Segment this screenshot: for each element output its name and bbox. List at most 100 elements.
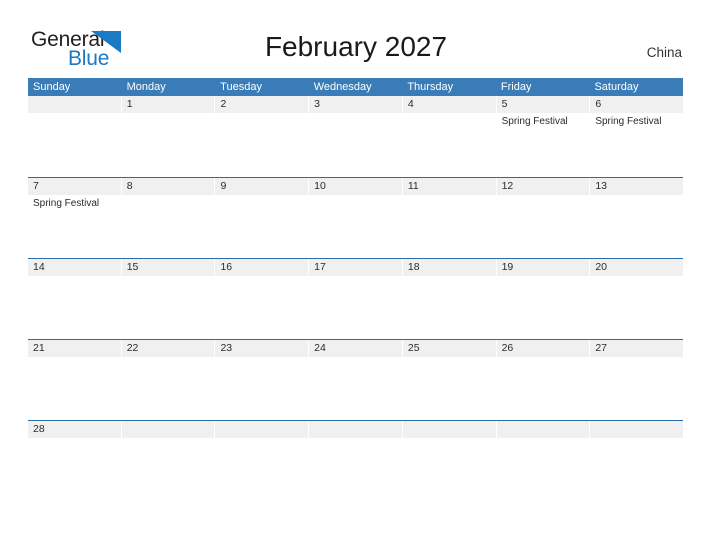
calendar-day-cell[interactable]: 11	[402, 178, 497, 258]
calendar-week-row: 14 15 16 17 18 19 20	[28, 258, 684, 339]
calendar-day-cell[interactable]: 5 Spring Festival	[496, 96, 591, 177]
region-label: China	[646, 45, 682, 60]
day-number: 6	[595, 98, 602, 110]
weekday-header-tuesday: Tuesday	[220, 81, 262, 93]
calendar-week-row: 7 Spring Festival 8 9 10 11 12 13	[28, 177, 684, 258]
day-number-band	[215, 421, 309, 438]
weekday-header-row: Sunday Monday Tuesday Wednesday Thursday…	[28, 78, 683, 96]
day-number: 25	[407, 342, 420, 354]
day-number: 13	[595, 180, 607, 192]
day-number: 9	[220, 180, 227, 192]
calendar-day-cell[interactable]: 27	[590, 340, 684, 420]
day-number-band	[590, 96, 684, 113]
day-number: 11	[407, 180, 419, 192]
calendar-day-cell-empty	[496, 421, 591, 447]
calendar-day-cell[interactable]: 12	[496, 178, 591, 258]
day-number: 10	[314, 180, 326, 192]
day-number: 12	[501, 180, 514, 192]
calendar-day-cell[interactable]: 26	[496, 340, 591, 420]
day-number: 23	[220, 342, 233, 354]
calendar-day-cell-empty	[121, 421, 216, 447]
calendar-day-cell[interactable]: 18	[402, 259, 497, 339]
day-number: 19	[501, 261, 514, 273]
calendar-day-cell[interactable]: 19	[496, 259, 591, 339]
day-events: Spring Festival	[502, 115, 587, 128]
calendar-day-cell[interactable]: 16	[215, 259, 310, 339]
day-number: 2	[220, 98, 227, 110]
calendar-day-cell[interactable]: 13	[590, 178, 684, 258]
day-number-band	[215, 96, 309, 113]
page-title: February 2027	[264, 31, 448, 62]
calendar-day-cell[interactable]: 15	[121, 259, 216, 339]
weekday-header-wednesday: Wednesday	[313, 81, 372, 93]
calendar-day-cell[interactable]: 3	[309, 96, 403, 177]
day-number-band	[121, 178, 215, 195]
weekday-header-friday: Friday	[500, 81, 532, 93]
weekday-header-monday: Monday	[126, 81, 166, 93]
weekday-header-thursday: Thursday	[407, 81, 454, 93]
calendar-day-cell[interactable]: 4	[402, 96, 497, 177]
calendar-day-cell[interactable]: 8	[121, 178, 216, 258]
calendar-day-cell[interactable]: 1	[121, 96, 216, 177]
day-events: Spring Festival	[33, 197, 118, 210]
day-number-band	[215, 178, 309, 195]
day-number-band	[309, 96, 402, 113]
day-number: 24	[314, 342, 326, 354]
day-number-band	[496, 421, 590, 438]
calendar-day-cell-empty	[590, 421, 684, 447]
day-number: 4	[407, 98, 414, 110]
calendar-day-cell[interactable]: 10	[309, 178, 403, 258]
day-number-band	[121, 421, 215, 438]
day-number-band	[402, 421, 496, 438]
day-number-band	[496, 96, 590, 113]
day-number-band	[28, 96, 121, 113]
day-number: 28	[33, 423, 45, 435]
day-number-band	[28, 178, 121, 195]
day-number: 22	[126, 342, 139, 354]
calendar-day-cell[interactable]: 25	[402, 340, 497, 420]
day-number: 3	[314, 98, 320, 110]
day-number-band	[590, 421, 684, 438]
calendar-day-cell[interactable]: 21	[28, 340, 122, 420]
day-number: 5	[501, 98, 508, 110]
calendar-day-cell-empty	[28, 96, 122, 177]
day-number: 20	[595, 261, 607, 273]
calendar-day-cell[interactable]: 17	[309, 259, 403, 339]
calendar-grid: Sunday Monday Tuesday Wednesday Thursday…	[28, 78, 684, 447]
day-number: 1	[126, 98, 133, 110]
calendar-day-cell[interactable]: 24	[309, 340, 403, 420]
day-number: 8	[126, 180, 133, 192]
day-number: 26	[501, 342, 514, 354]
calendar-day-cell[interactable]: 23	[215, 340, 310, 420]
calendar-day-cell[interactable]: 20	[590, 259, 684, 339]
calendar-weeks: 1 2 3 4 5 Spring Festival 6 Spring Festival 7 Spr…	[28, 96, 684, 447]
calendar-day-cell[interactable]: 14	[28, 259, 122, 339]
calendar-day-cell-empty	[402, 421, 497, 447]
event-label: Spring Festival	[595, 116, 662, 127]
event-label: Spring Festival	[501, 116, 568, 127]
calendar-day-cell[interactable]: 2	[215, 96, 310, 177]
day-number: 21	[33, 342, 45, 354]
event-label: Spring Festival	[33, 198, 100, 209]
day-number-band	[309, 421, 402, 438]
calendar-day-cell[interactable]: 7 Spring Festival	[28, 178, 122, 258]
calendar-day-cell-empty	[215, 421, 310, 447]
calendar-day-cell[interactable]: 28	[28, 421, 122, 447]
calendar-page: General Blue February 2027 China Sunday …	[0, 0, 712, 550]
day-number: 18	[407, 261, 420, 273]
day-number-band	[402, 96, 496, 113]
calendar-week-row: 28	[28, 420, 684, 447]
day-events: Spring Festival	[595, 115, 680, 128]
page-header: General Blue February 2027 China	[0, 0, 712, 78]
day-number: 14	[33, 261, 45, 273]
calendar-day-cell-empty	[309, 421, 403, 447]
day-number: 16	[220, 261, 233, 273]
calendar-week-row: 21 22 23 24 25 26 27	[28, 339, 684, 420]
calendar-day-cell[interactable]: 9	[215, 178, 310, 258]
day-number: 15	[126, 261, 139, 273]
day-number: 17	[314, 261, 326, 273]
calendar-day-cell[interactable]: 6 Spring Festival	[590, 96, 684, 177]
calendar-week-row: 1 2 3 4 5 Spring Festival 6 Spring Festival	[28, 96, 684, 177]
calendar-day-cell[interactable]: 22	[121, 340, 216, 420]
weekday-header-saturday: Saturday	[594, 81, 639, 93]
